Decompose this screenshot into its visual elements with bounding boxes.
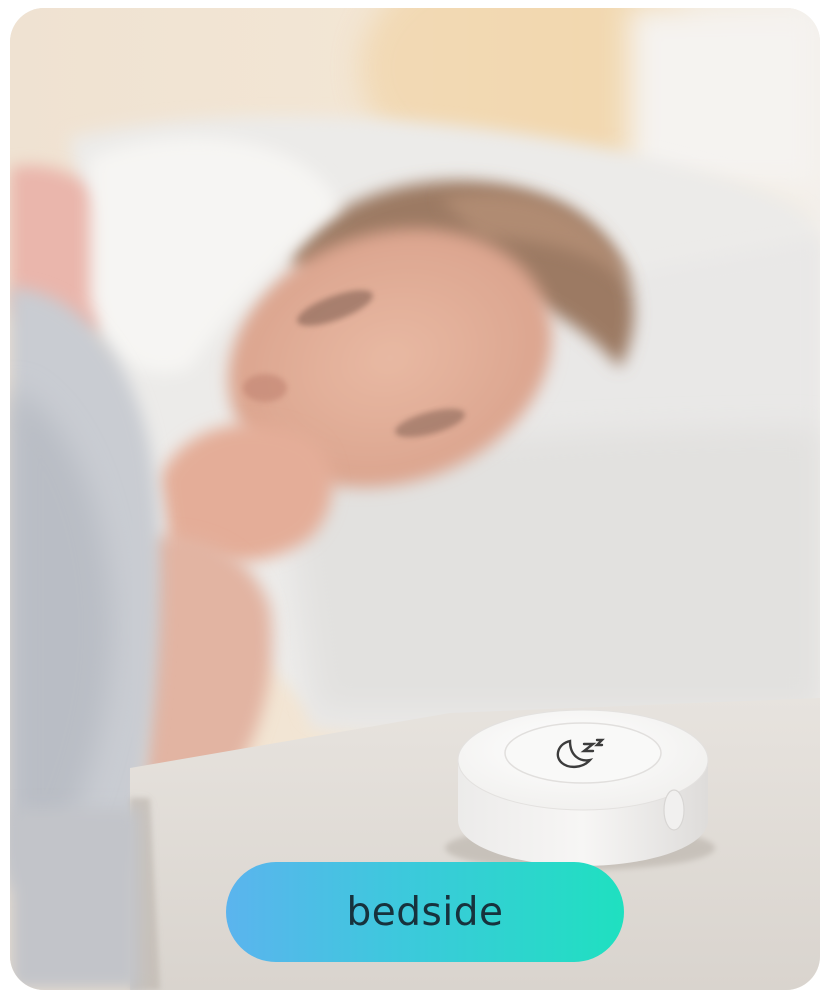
location-label: bedside <box>346 889 504 935</box>
bedroom-photo <box>10 8 820 990</box>
scene-card: bedside <box>10 8 820 990</box>
location-label-pill: bedside <box>226 862 624 962</box>
